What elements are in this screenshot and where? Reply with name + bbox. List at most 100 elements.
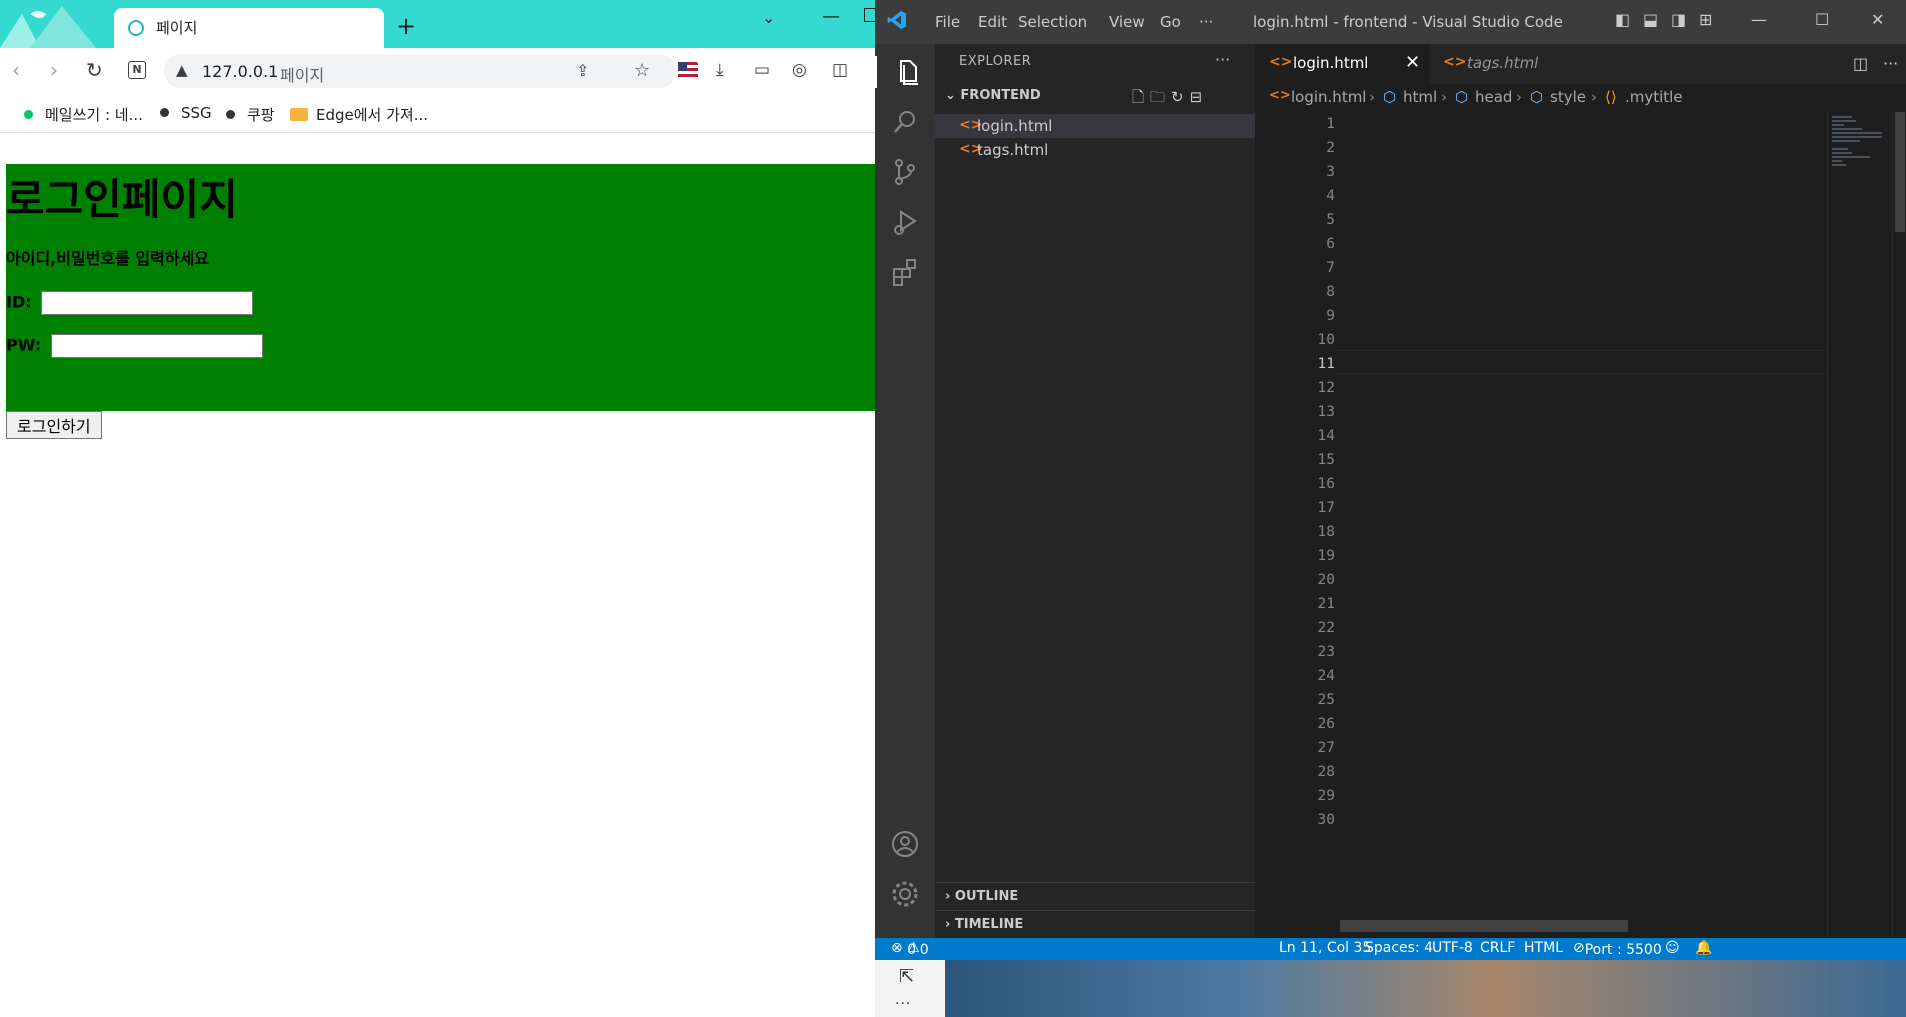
- back-arrow-icon[interactable]: ‹: [12, 58, 20, 82]
- menu-selection[interactable]: Selection: [1018, 13, 1087, 31]
- pw-input[interactable]: [50, 334, 263, 358]
- explorer-actions-icons[interactable]: 🗋🗀↻⊟: [1132, 87, 1208, 112]
- pw-row: PW:: [6, 334, 263, 358]
- reload-icon[interactable]: ↻: [86, 58, 103, 82]
- explorer-more-icon[interactable]: ···: [1215, 50, 1230, 69]
- settings-gear-icon[interactable]: [889, 878, 921, 910]
- cursor-position[interactable]: Ln 11, Col 35: [1279, 940, 1371, 956]
- minimap-line: [1832, 128, 1862, 130]
- bookmark-folder[interactable]: Edge에서 가져...: [290, 104, 428, 125]
- more-options-icon[interactable]: ···: [895, 996, 911, 1012]
- split-screen-icon[interactable]: ◫: [832, 60, 848, 80]
- line-number: 29: [1317, 788, 1335, 804]
- browser-maximize-icon[interactable]: [864, 8, 875, 22]
- customize-layout-icon[interactable]: ⊞: [1699, 10, 1712, 29]
- close-icon[interactable]: ✕: [1871, 10, 1884, 29]
- indentation[interactable]: Spaces: 4: [1365, 940, 1433, 956]
- toggle-secondary-sidebar-icon[interactable]: ◨: [1671, 10, 1686, 29]
- not-secure-warning-icon[interactable]: ▲: [176, 61, 188, 79]
- new-tab-plus-icon[interactable]: +: [396, 14, 416, 38]
- run-debug-icon[interactable]: [889, 206, 921, 238]
- breadcrumb-item[interactable]: head: [1475, 88, 1512, 106]
- menu-more[interactable]: ···: [1199, 13, 1213, 31]
- desktop-wallpaper: [875, 960, 1906, 1017]
- selector-icon: ⟨⟩: [1605, 88, 1617, 106]
- editor-more-icon[interactable]: ···: [1883, 54, 1898, 73]
- line-number: 30: [1317, 812, 1335, 828]
- menu-go[interactable]: Go: [1160, 13, 1181, 31]
- line-number: 23: [1317, 644, 1335, 660]
- tab-login-html[interactable]: <> login.html ✕: [1255, 44, 1429, 84]
- problems-indicator[interactable]: ⊗ 0 ⚠ 0: [891, 940, 929, 958]
- account-icon[interactable]: [889, 828, 921, 860]
- minimap[interactable]: [1827, 112, 1891, 938]
- line-number: 18: [1317, 524, 1335, 540]
- menu-edit[interactable]: Edit: [978, 13, 1007, 31]
- browser-minimize-icon[interactable]: —: [822, 6, 840, 27]
- explorer-files-icon[interactable]: [875, 56, 923, 88]
- search-icon[interactable]: [889, 106, 921, 138]
- bookmark-item[interactable]: SSG: [160, 104, 212, 122]
- line-number: 16: [1317, 476, 1335, 492]
- folder-header[interactable]: ⌄ FRONTEND: [945, 88, 1041, 103]
- toggle-primary-sidebar-icon[interactable]: ◧: [1615, 10, 1630, 29]
- menu-file[interactable]: File: [935, 13, 960, 31]
- tab-close-icon[interactable]: ✕: [1405, 52, 1420, 73]
- activity-bar: [875, 44, 935, 938]
- breadcrumb-separator-icon: ›: [1369, 88, 1375, 106]
- breadcrumb-item[interactable]: style: [1550, 88, 1586, 106]
- timeline-section[interactable]: › TIMELINE: [935, 910, 1255, 939]
- video-icon[interactable]: ▭: [754, 60, 770, 80]
- menu-view[interactable]: View: [1109, 13, 1145, 31]
- source-control-icon[interactable]: [889, 156, 921, 188]
- feedback-icon[interactable]: ☺: [1665, 940, 1680, 956]
- breadcrumb-separator-icon: ›: [1441, 88, 1447, 106]
- toggle-panel-icon[interactable]: ⬓: [1643, 10, 1658, 29]
- browser-tab[interactable]: 페이지: [114, 8, 384, 48]
- breadcrumb-item[interactable]: html: [1403, 88, 1437, 106]
- share-icon[interactable]: ⇪: [576, 61, 589, 80]
- tab-list-chevron-icon[interactable]: ⌄: [762, 8, 775, 27]
- end-of-line[interactable]: CRLF: [1480, 940, 1515, 956]
- horizontal-scrollbar[interactable]: [1340, 920, 1628, 932]
- element-icon: ⬡: [1455, 88, 1469, 106]
- minimize-icon[interactable]: —: [1751, 10, 1767, 29]
- line-number: 25: [1317, 692, 1335, 708]
- line-number: 21: [1317, 596, 1335, 612]
- naver-icon[interactable]: N: [128, 61, 146, 79]
- theme-decoration: [0, 6, 96, 48]
- minimap-line: [1832, 136, 1882, 138]
- scrollbar-thumb[interactable]: [1895, 112, 1905, 232]
- breadcrumb-item[interactable]: login.html: [1291, 88, 1366, 106]
- notifications-bell-icon[interactable]: 🔔: [1695, 940, 1712, 956]
- timeline-header[interactable]: › TIMELINE: [945, 917, 1023, 932]
- download-icon[interactable]: ⤓: [716, 60, 724, 80]
- file-item-login[interactable]: <> login.html: [935, 114, 1255, 138]
- folder-icon: [290, 108, 308, 121]
- bookmark-item[interactable]: 메일쓰기 : 네...: [24, 104, 143, 125]
- encoding[interactable]: UTF-8: [1432, 940, 1473, 956]
- code-editor[interactable]: 1 2 3 4 5 6 7 8 9 10 11 12 13 14 15 16 17 18 19 20 21 22 23 24 2…: [1255, 112, 1906, 938]
- vertical-scrollbar[interactable]: [1892, 112, 1906, 938]
- language-mode[interactable]: HTML: [1524, 940, 1563, 956]
- file-item-tags[interactable]: <> tags.html: [935, 138, 1255, 162]
- outline-header[interactable]: › OUTLINE: [945, 889, 1018, 904]
- add-favorite-star-icon[interactable]: ☆: [634, 60, 650, 81]
- breadcrumb-item[interactable]: .mytitle: [1625, 88, 1683, 106]
- bookmark-item[interactable]: 쿠팡: [226, 104, 275, 125]
- extensions-icon[interactable]: [889, 256, 921, 288]
- language-flag-icon[interactable]: [678, 62, 698, 80]
- id-input[interactable]: [41, 291, 254, 315]
- split-editor-icon[interactable]: ◫: [1853, 54, 1868, 73]
- tab-tags-html[interactable]: <> tags.html: [1429, 44, 1579, 84]
- login-button[interactable]: 로그인하기: [6, 411, 102, 439]
- live-server-port[interactable]: ⊘ Port : 5500: [1573, 940, 1662, 958]
- page-heading: 로그인페이지: [6, 175, 238, 224]
- current-line-highlight: [1335, 350, 1827, 374]
- maximize-icon[interactable]: ☐: [1815, 10, 1829, 29]
- address-bar[interactable]: ▲ 127.0.0.1 페이지 ⇪ ☆: [164, 54, 676, 88]
- forward-arrow-icon[interactable]: ›: [50, 58, 58, 82]
- outline-section[interactable]: › OUTLINE: [935, 882, 1255, 911]
- screenshot-icon[interactable]: ◎: [792, 60, 807, 80]
- open-external-icon[interactable]: ⇱: [899, 966, 914, 987]
